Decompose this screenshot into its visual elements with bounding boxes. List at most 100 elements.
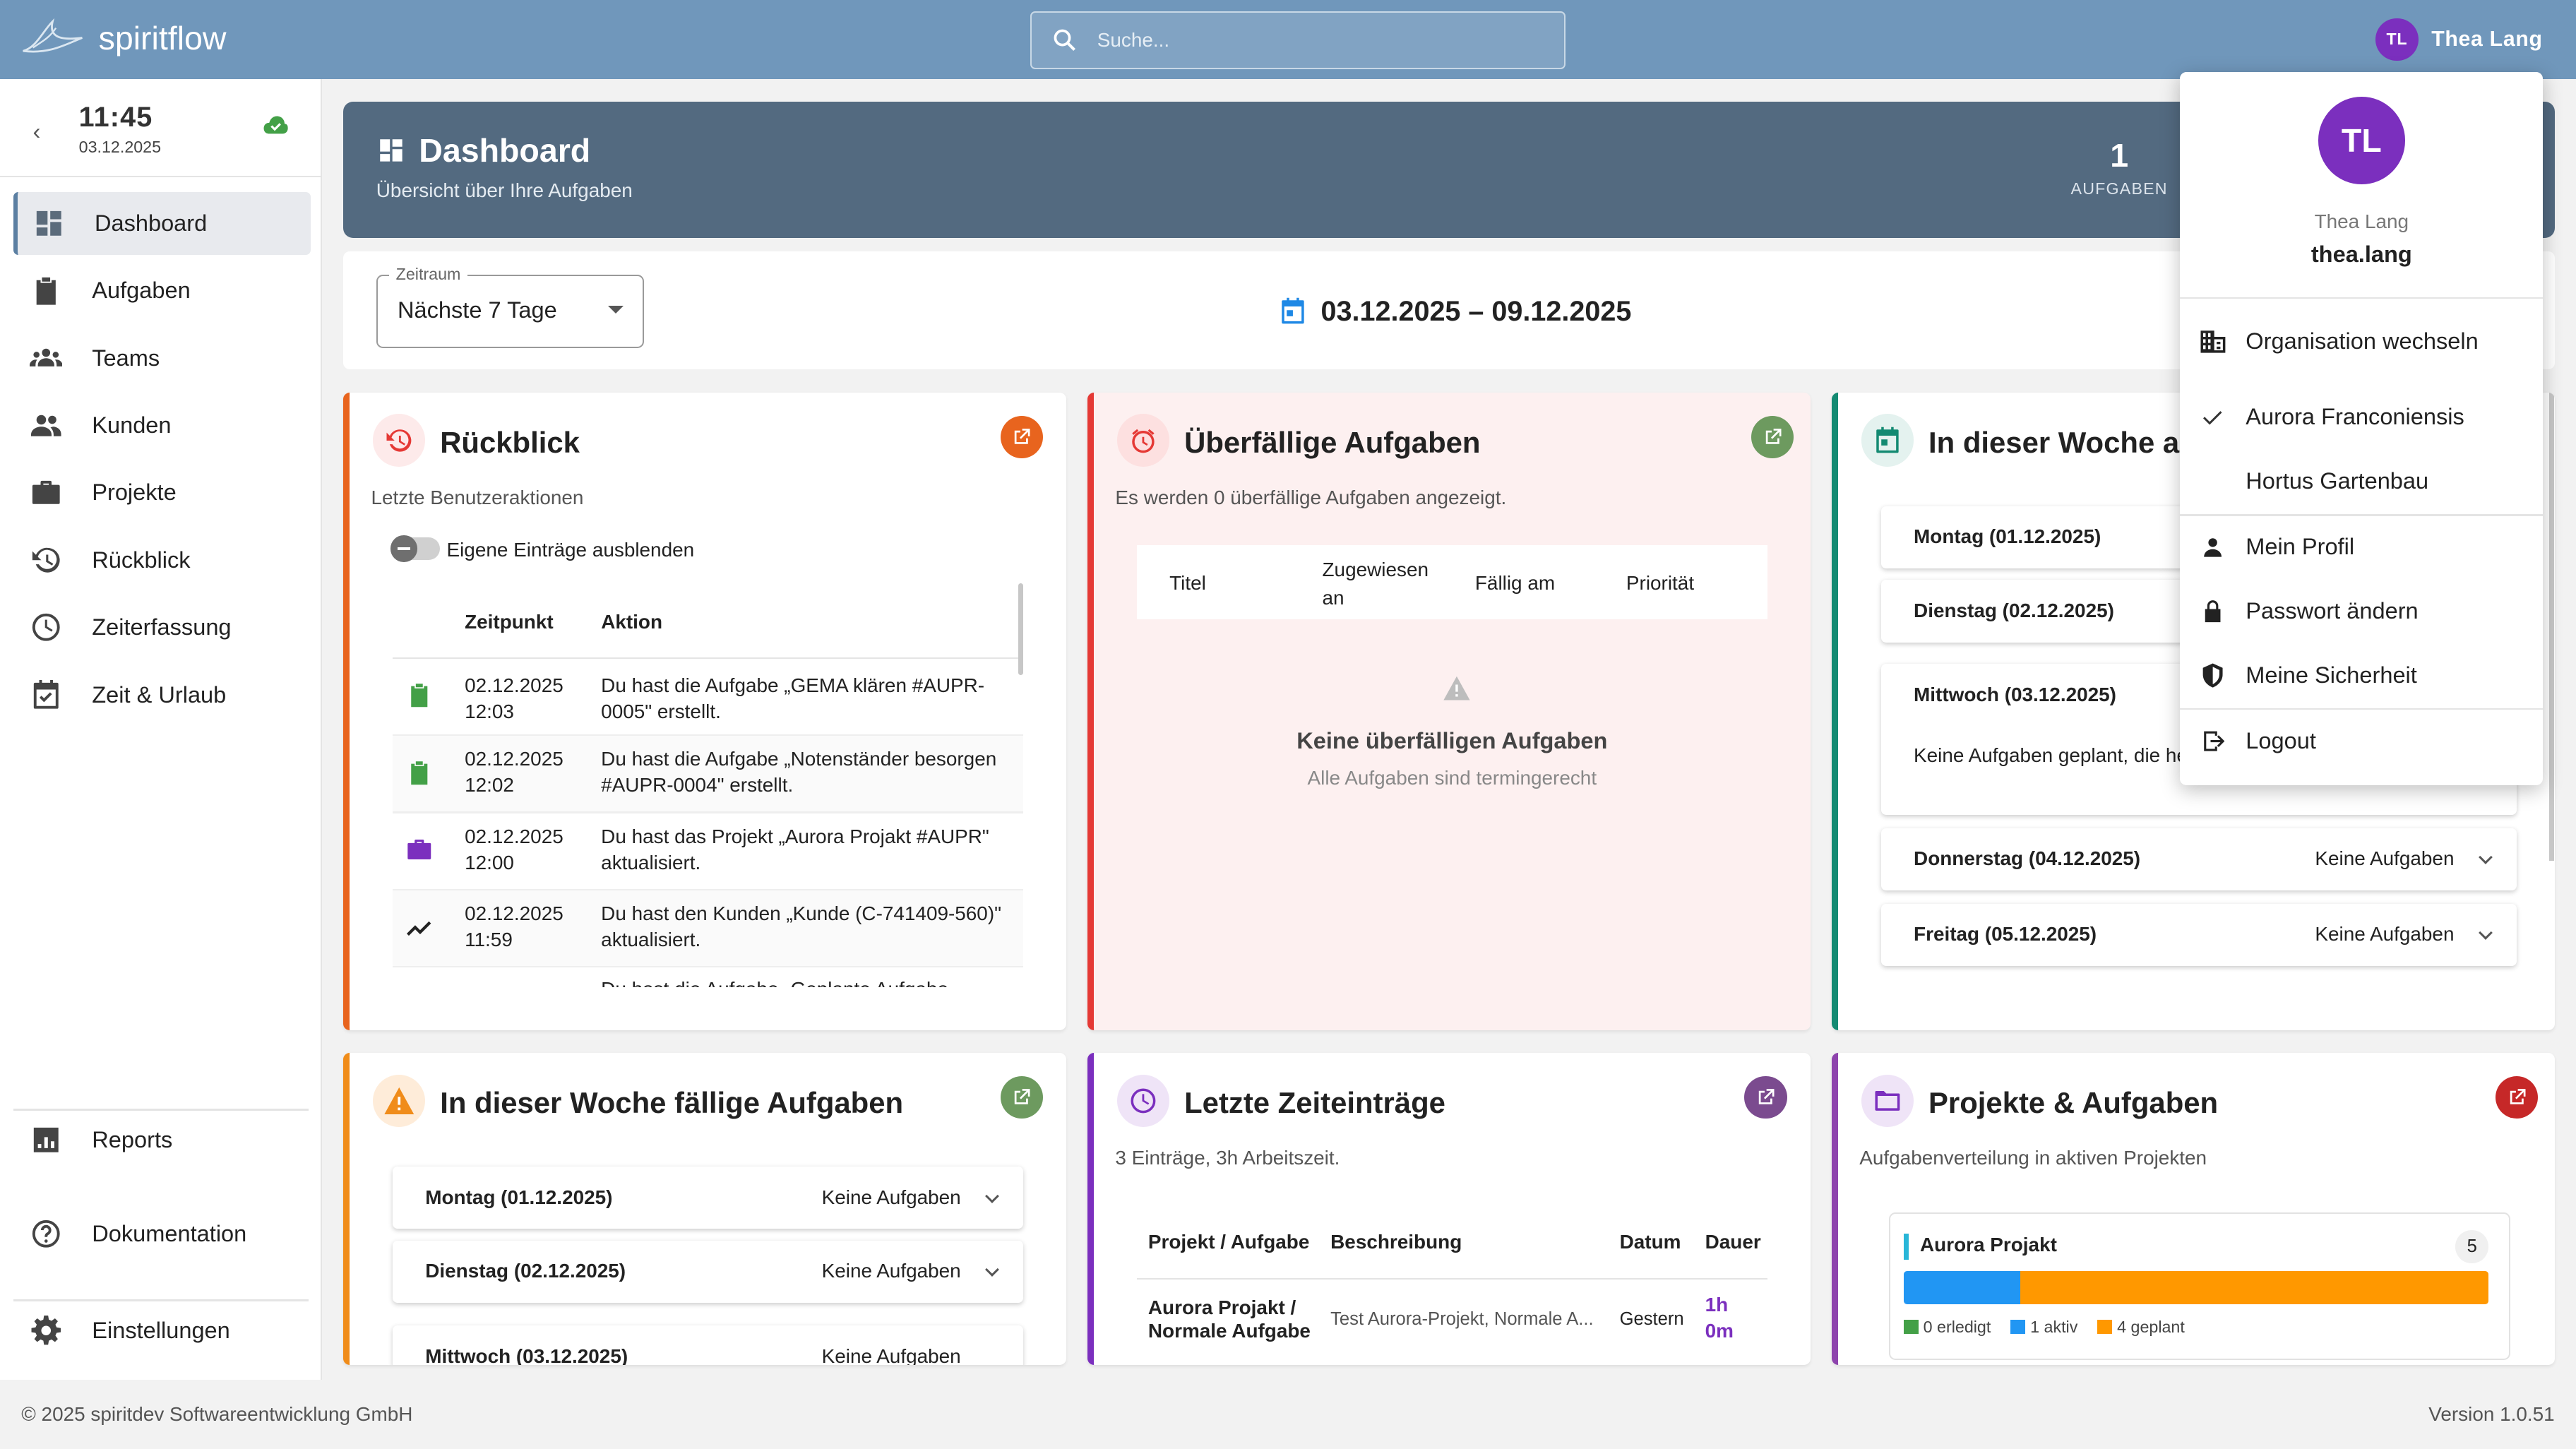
brand[interactable]: spiritflow — [20, 15, 227, 61]
card-title: In dieser Woche fällige Aufgaben — [440, 1085, 904, 1119]
chevron-down-icon — [2478, 926, 2493, 941]
sidebar-item-label: Dokumentation — [92, 1220, 247, 1246]
user-name: Thea Lang — [2431, 27, 2543, 51]
page-title-text: Dashboard — [419, 132, 591, 169]
sidebar-item-zeiterfassung[interactable]: Zeiterfassung — [13, 597, 311, 659]
open-external-icon — [1765, 428, 1782, 444]
table-row[interactable]: Du hast die Aufgabe „Geplante Aufgabe — [393, 967, 1023, 987]
sidebar-item-label: Zeiterfassung — [92, 614, 232, 640]
open-external-icon — [1015, 428, 1030, 444]
clock-panel: ‹ 11:45 03.12.2025 — [0, 79, 322, 178]
card-subtitle: Letzte Benutzeraktionen — [371, 486, 584, 508]
table-row[interactable]: 02.12.2025 12:03 Du hast die Aufgabe „GE… — [393, 659, 1023, 734]
sidebar-item-reports[interactable]: Reports — [13, 1109, 311, 1171]
sidebar-item-label: Einstellungen — [92, 1317, 230, 1343]
card-title: Überfällige Aufgaben — [1184, 425, 1481, 459]
date-range-text: 03.12.2025 – 09.12.2025 — [1320, 295, 1632, 327]
sidebar-item-teams[interactable]: Teams — [13, 327, 311, 389]
building-icon — [2200, 330, 2226, 353]
clipboard-icon — [411, 684, 428, 708]
org-hortus-gartenbau[interactable]: Hortus Gartenbau — [2180, 452, 2543, 511]
collapse-sidebar-button[interactable]: ‹ — [33, 119, 41, 145]
progress-active — [1903, 1271, 2021, 1304]
search-input[interactable]: Suche... — [1030, 11, 1566, 69]
open-week-due-button[interactable] — [1000, 1075, 1043, 1119]
org-aurora-franconiensis[interactable]: Aurora Franconiensis — [2180, 388, 2543, 447]
period-select-value: Nächste 7 Tage — [398, 297, 557, 323]
sidebar-item-zeit-urlaub[interactable]: Zeit & Urlaub — [13, 664, 311, 726]
switch-organization[interactable]: Organisation wechseln — [2180, 312, 2543, 371]
my-profile[interactable]: Mein Profil — [2180, 518, 2543, 577]
clock-date: 03.12.2025 — [78, 138, 162, 157]
sidebar-item-label: Aufgaben — [92, 278, 191, 304]
hide-own-toggle-label: Eigene Einträge ausblenden — [446, 539, 695, 561]
sidebar-item-label: Dashboard — [94, 210, 208, 236]
day-row-thursday[interactable]: Donnerstag (04.12.2025) Keine Aufgaben — [1880, 828, 2517, 890]
project-item[interactable]: Aurora Projakt 5 0 erledigt 1 aktiv 4 ge… — [1889, 1212, 2510, 1361]
table-row[interactable]: Aurora Projakt / Normale Aufgabe Test Au… — [1137, 1280, 1767, 1361]
day-row-wednesday[interactable]: Mittwoch (03.12.2025) Keine Aufgaben — [392, 1325, 1024, 1366]
gear-icon — [31, 1316, 61, 1345]
project-task-count: 5 — [2455, 1230, 2488, 1263]
bar-chart-icon — [33, 1128, 59, 1153]
card-title: Letzte Zeiteinträge — [1184, 1085, 1445, 1119]
table-row[interactable]: 02.12.2025 12:00 Du hast das Projekt „Au… — [393, 813, 1023, 889]
page-title: Dashboard — [376, 131, 590, 169]
dashboard-icon — [36, 210, 61, 236]
table-row[interactable]: 02.12.2025 12:02 Du hast die Aufgabe „No… — [392, 736, 1024, 812]
empty-state-subtitle: Alle Aufgaben sind termingerecht — [1307, 767, 1597, 789]
task-count-label: AUFGABEN — [2070, 179, 2168, 198]
logout[interactable]: Logout — [2180, 711, 2543, 770]
chevron-down-icon — [985, 1263, 999, 1277]
sidebar-item-dokumentation[interactable]: Dokumentation — [13, 1203, 311, 1265]
user-menu-button[interactable]: TL Thea Lang — [2375, 18, 2543, 61]
menu-username: thea.lang — [2310, 241, 2412, 267]
scrollbar[interactable] — [2549, 393, 2555, 861]
open-projects-button[interactable] — [2495, 1075, 2539, 1119]
briefcase-icon — [407, 840, 431, 860]
sidebar-item-label: Rückblick — [92, 547, 191, 573]
card-subtitle: Aufgabenverteilung in aktiven Projekten — [1859, 1146, 2207, 1169]
search-placeholder: Suche... — [1097, 28, 1170, 51]
dashboard-icon — [380, 139, 402, 162]
sidebar-item-label: Zeit & Urlaub — [92, 681, 227, 708]
lock-icon — [2205, 600, 2221, 622]
period-select-label: Zeitraum — [389, 264, 467, 284]
caret-down-icon — [607, 305, 624, 314]
sidebar-item-label: Projekte — [92, 479, 177, 506]
avatar: TL — [2375, 18, 2419, 61]
calendar-icon — [1861, 414, 1914, 467]
sidebar-item-dashboard[interactable]: Dashboard — [13, 192, 311, 255]
sidebar-item-label: Kunden — [92, 412, 172, 439]
table-row[interactable]: 02.12.2025 11:59 Du hast den Kunden „Kun… — [392, 890, 1024, 966]
project-name: Aurora Projakt — [1920, 1233, 2057, 1256]
open-overdue-button[interactable] — [1751, 415, 1794, 459]
sidebar: ‹ 11:45 03.12.2025 Dashboard Aufgaben Te… — [0, 78, 322, 1381]
col-header-time: Zeitpunkt — [465, 611, 554, 633]
footer: © 2025 spiritdev Softwareentwicklung Gmb… — [0, 1380, 2576, 1441]
user-dropdown-menu: TL Thea Lang thea.lang Organisation wech… — [2180, 72, 2544, 786]
clock-icon — [1116, 1074, 1170, 1127]
teams-icon — [29, 348, 63, 366]
hide-own-toggle[interactable] — [390, 535, 441, 562]
sidebar-item-aufgaben[interactable]: Aufgaben — [13, 260, 311, 322]
clipboard-icon — [411, 761, 428, 785]
sidebar-item-projekte[interactable]: Projekte — [13, 462, 311, 524]
date-range: 03.12.2025 – 09.12.2025 — [1278, 296, 1631, 328]
sidebar-item-einstellungen[interactable]: Einstellungen — [13, 1299, 311, 1361]
day-row-monday[interactable]: Montag (01.12.2025) Keine Aufgaben — [392, 1166, 1024, 1229]
open-time-entries-button[interactable] — [1744, 1075, 1787, 1119]
day-row-tuesday[interactable]: Dienstag (02.12.2025) Keine Aufgaben — [392, 1240, 1024, 1303]
sidebar-item-rueckblick[interactable]: Rückblick — [13, 529, 311, 591]
time-entries-card: Letzte Zeiteinträge 3 Einträge, 3h Arbei… — [1087, 1053, 1811, 1366]
open-review-button[interactable] — [1000, 415, 1043, 459]
change-password[interactable]: Passwort ändern — [2180, 582, 2543, 641]
bird-logo-icon — [23, 18, 83, 53]
my-security[interactable]: Meine Sicherheit — [2180, 645, 2543, 705]
person-icon — [2204, 538, 2222, 557]
open-external-icon — [1759, 1088, 1775, 1104]
sidebar-item-kunden[interactable]: Kunden — [13, 394, 311, 456]
people-icon — [30, 415, 61, 437]
day-row-friday[interactable]: Freitag (05.12.2025) Keine Aufgaben — [1880, 903, 2517, 966]
check-icon — [2203, 410, 2223, 425]
